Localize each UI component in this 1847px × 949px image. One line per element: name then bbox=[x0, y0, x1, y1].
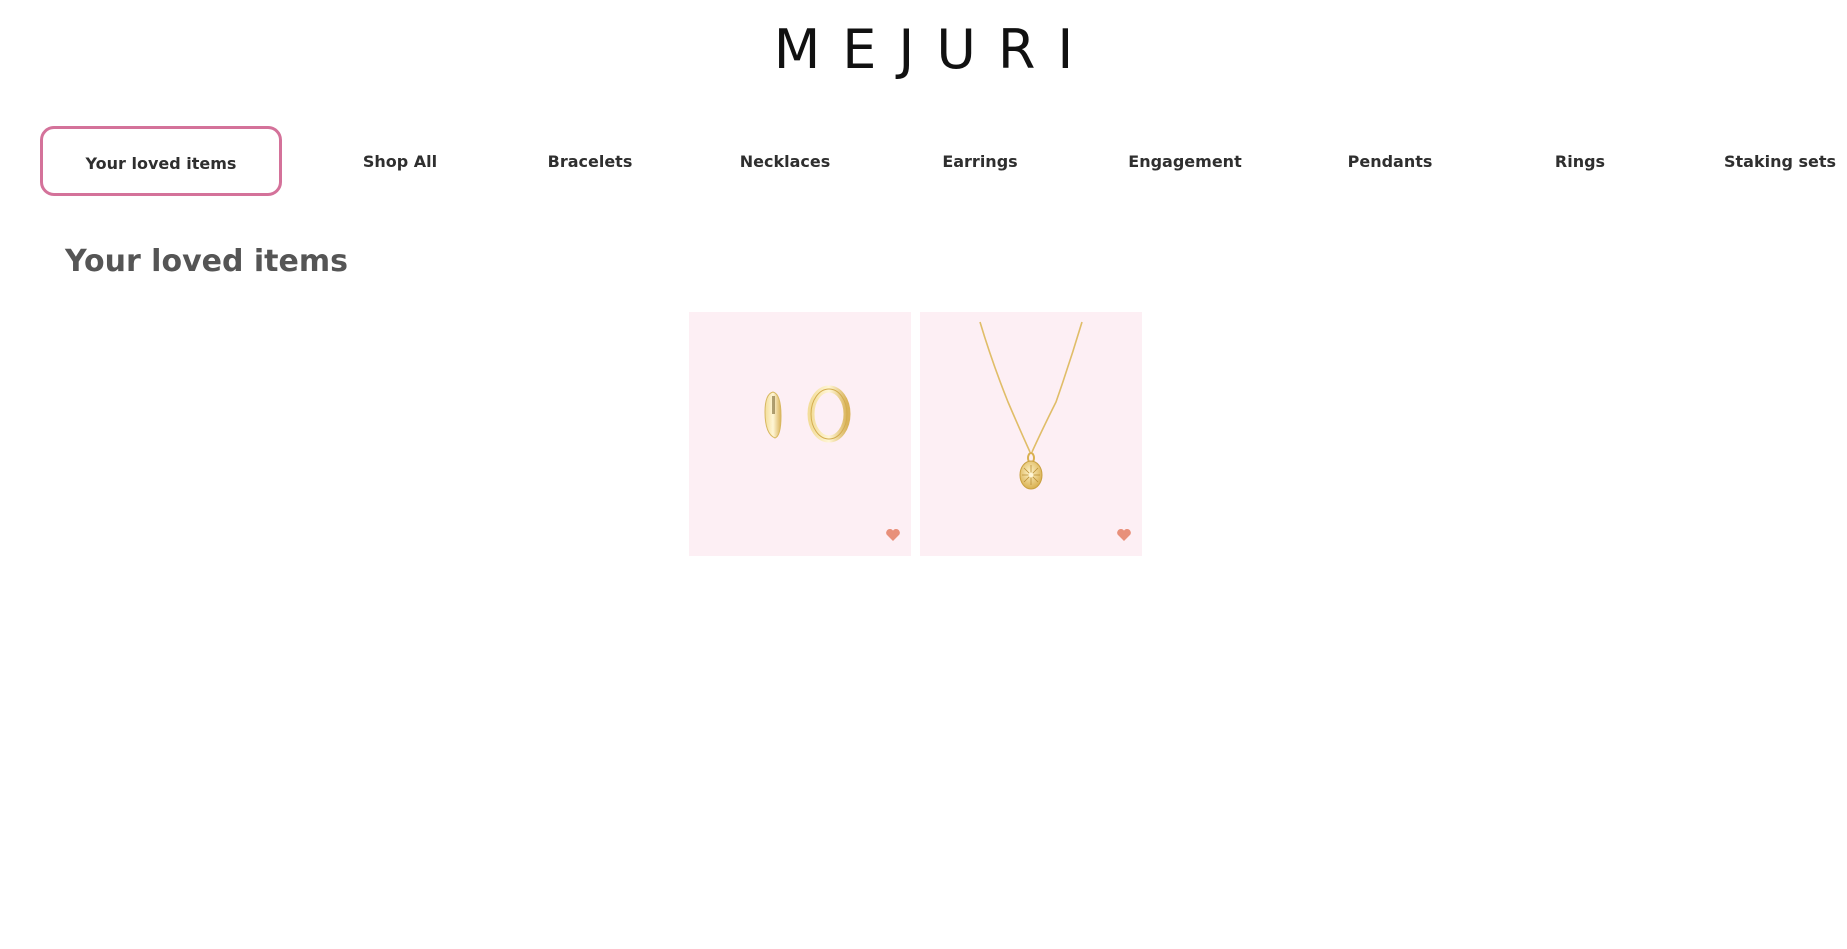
nav-item-engagement[interactable]: Engagement bbox=[1100, 126, 1270, 206]
page-title: Your loved items bbox=[65, 244, 348, 279]
nav-item-staking-sets[interactable]: Staking sets bbox=[1700, 126, 1847, 206]
nav-item-bracelets[interactable]: Bracelets bbox=[520, 126, 660, 206]
nav-item-your-loved-items[interactable]: Your loved items bbox=[40, 126, 282, 196]
nav-item-pendants[interactable]: Pendants bbox=[1320, 126, 1460, 206]
nav-item-earrings[interactable]: Earrings bbox=[910, 126, 1050, 206]
category-nav: Your loved items Shop All Bracelets Neck… bbox=[40, 126, 1847, 196]
product-card[interactable] bbox=[920, 312, 1142, 556]
gold-pendant-necklace-image bbox=[979, 321, 1083, 490]
gold-hoop-earrings-image bbox=[764, 385, 851, 443]
nav-item-necklaces[interactable]: Necklaces bbox=[710, 126, 860, 206]
nav-item-rings[interactable]: Rings bbox=[1520, 126, 1640, 206]
nav-item-shop-all[interactable]: Shop All bbox=[320, 126, 480, 206]
brand-logo[interactable]: MEJURI bbox=[0, 18, 1847, 82]
loved-items-grid bbox=[689, 312, 1142, 556]
heart-icon[interactable] bbox=[1116, 528, 1132, 542]
product-card[interactable] bbox=[689, 312, 911, 556]
heart-icon[interactable] bbox=[885, 528, 901, 542]
